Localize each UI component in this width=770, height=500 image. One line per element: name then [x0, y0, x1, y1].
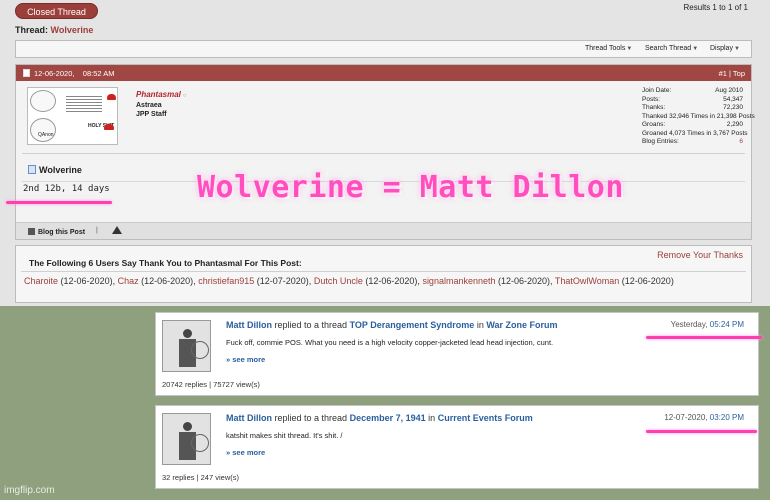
blog-entries-link[interactable]: 6	[739, 138, 743, 147]
see-more-link[interactable]: » see more	[226, 355, 265, 364]
thanks-user-link[interactable]: Charoite	[24, 276, 58, 286]
search-thread-menu[interactable]: Search Thread▼	[645, 45, 698, 52]
highlight-underline	[646, 430, 757, 433]
forum-post: 12-06-2020, 08:52 AM #1 | Top QAnon HOLY…	[15, 64, 755, 240]
thanks-user-link[interactable]: christiefan915	[198, 276, 254, 286]
offline-status-icon: ○	[182, 93, 187, 99]
activity-summary: Matt Dillon replied to a thread December…	[226, 413, 533, 423]
thanks-user-link[interactable]: Chaz	[118, 276, 139, 286]
thanks-user-link[interactable]: ThatOwlWoman	[555, 276, 619, 286]
activity-snippet: Fuck off, commie POS. What you need is a…	[226, 338, 554, 347]
user-avatar	[162, 413, 211, 465]
thanks-box: The Following 6 Users Say Thank You to P…	[15, 245, 752, 303]
chevron-down-icon: ▼	[626, 46, 633, 52]
activity-item: Matt Dillon replied to a thread December…	[155, 405, 759, 489]
separator: |	[96, 227, 98, 234]
see-more-link[interactable]: » see more	[226, 448, 265, 457]
stat-row: Groaned 4,073 Times in 3,767 Posts	[642, 129, 748, 137]
qanon-label: QAnon	[38, 132, 54, 138]
stat-row: Groans: 2,290	[642, 121, 743, 128]
post-number-link[interactable]: #1 | Top	[719, 69, 745, 78]
red-hat-icon	[104, 124, 114, 130]
thanks-header: The Following 6 Users Say Thank You to P…	[29, 258, 302, 268]
thread-tools-menu[interactable]: Thread Tools▼	[585, 45, 632, 52]
activity-timestamp: Yesterday, 05:24 PM	[670, 320, 744, 329]
overlay-caption: Wolverine = Matt Dillon	[197, 170, 624, 205]
blog-icon	[28, 228, 35, 235]
divider	[22, 153, 745, 154]
post-footer: Blog this Post |	[16, 222, 751, 239]
post-body: 2nd 12b, 14 days	[23, 184, 110, 194]
report-warning-icon[interactable]	[112, 226, 122, 234]
thread-name-link[interactable]: Wolverine	[51, 25, 94, 35]
cartoon-face-icon	[30, 90, 56, 112]
activity-stats: 20742 replies | 75727 view(s)	[162, 380, 260, 389]
activity-item: Matt Dillon replied to a thread TOP Dera…	[155, 312, 759, 396]
text-lines-graphic	[66, 94, 102, 114]
activity-snippet: katshit makes shit thread. It's shit. /	[226, 431, 343, 440]
stat-row: Blog Entries: 6	[642, 138, 743, 147]
activity-stats: 32 replies | 247 view(s)	[162, 473, 239, 482]
user-group: JPP Staff	[136, 111, 167, 118]
thanks-user-link[interactable]: Dutch Uncle	[314, 276, 363, 286]
user-stats: Join Date: Aug 2010 Posts: 54,347 Thanks: 7…	[642, 87, 755, 147]
activity-timestamp: 12-07-2020, 03:20 PM	[664, 413, 744, 422]
remove-thanks-link[interactable]: Remove Your Thanks	[657, 250, 743, 260]
display-menu[interactable]: Display▼	[710, 45, 740, 52]
highlight-underline	[6, 201, 112, 204]
thanks-user-link[interactable]: signalmankenneth	[422, 276, 495, 286]
blog-this-post-button[interactable]: Blog this Post	[28, 228, 85, 236]
stat-row: Posts: 54,347	[642, 95, 743, 103]
activity-forum-link[interactable]: War Zone Forum	[486, 320, 557, 330]
activity-thread-link[interactable]: TOP Derangement Syndrome	[350, 320, 475, 330]
post-icon	[23, 69, 30, 77]
highlight-underline	[646, 336, 762, 339]
forum-thread-screenshot: Closed Thread Results 1 to 1 of 1 Thread…	[0, 0, 770, 306]
stat-row: Thanked 32,946 Times in 21,398 Posts	[642, 112, 755, 120]
post-title: Wolverine	[28, 165, 82, 175]
activity-thread-link[interactable]: December 7, 1941	[350, 413, 426, 423]
user-avatar-image: QAnon HOLY SHIT	[27, 87, 118, 145]
user-avatar	[162, 320, 211, 372]
activity-user-link[interactable]: Matt Dillon	[226, 413, 272, 423]
activity-user-link[interactable]: Matt Dillon	[226, 320, 272, 330]
username-link[interactable]: Phantasmal ○	[136, 90, 187, 99]
stat-row: Join Date: Aug 2010	[642, 87, 743, 94]
page-icon	[28, 165, 36, 174]
cartoon-face-icon	[30, 118, 56, 142]
watermark: imgflip.com	[4, 485, 55, 496]
stat-row: Thanks: 72,230	[642, 104, 743, 111]
thread-tools-bar: Thread Tools▼ Search Thread▼ Display▼	[15, 40, 752, 58]
thanks-user-list: Charoite (12-06-2020), Chaz (12-06-2020)…	[24, 276, 674, 286]
chevron-down-icon: ▼	[733, 46, 740, 52]
closed-thread-button[interactable]: Closed Thread	[15, 3, 98, 19]
post-date: 12-06-2020, 08:52 AM	[34, 69, 115, 78]
post-header: 12-06-2020, 08:52 AM #1 | Top	[16, 65, 751, 81]
divider	[21, 271, 746, 272]
red-hat-icon	[107, 94, 116, 100]
thread-prefix: Thread:	[15, 25, 49, 35]
results-count: Results 1 to 1 of 1	[683, 3, 748, 12]
chevron-down-icon: ▼	[692, 46, 699, 52]
thread-title: Thread: Wolverine	[15, 25, 93, 35]
activity-summary: Matt Dillon replied to a thread TOP Dera…	[226, 320, 558, 330]
user-title: Astraea	[136, 102, 162, 109]
activity-forum-link[interactable]: Current Events Forum	[438, 413, 533, 423]
